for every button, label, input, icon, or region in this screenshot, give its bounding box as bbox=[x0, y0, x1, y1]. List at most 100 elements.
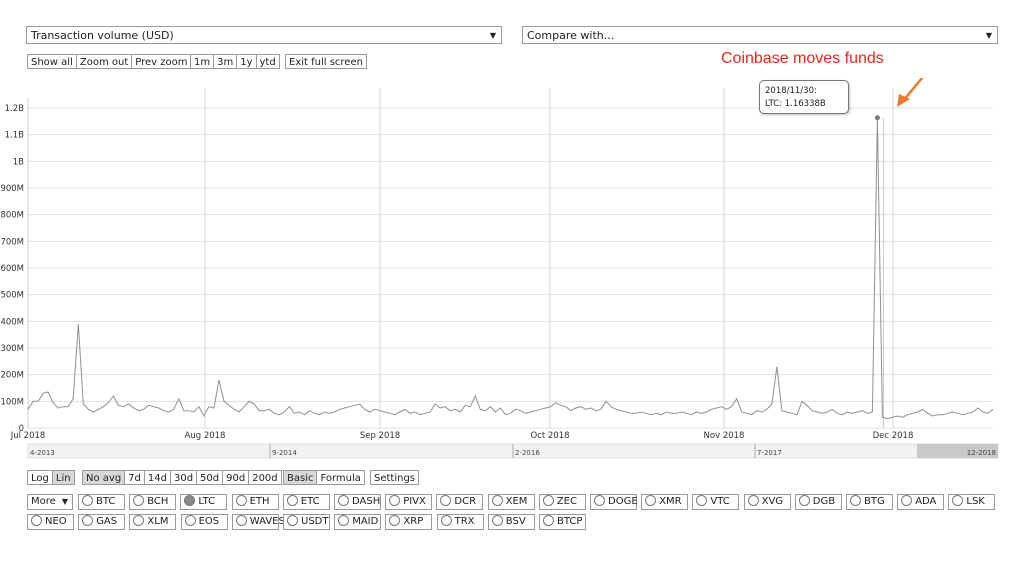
radio-icon[interactable] bbox=[235, 495, 247, 506]
avg-200d-button[interactable]: 200d bbox=[248, 470, 282, 485]
radio-icon[interactable] bbox=[798, 495, 810, 506]
radio-icon[interactable] bbox=[542, 495, 554, 506]
avg-14d-button[interactable]: 14d bbox=[143, 470, 171, 485]
radio-icon[interactable] bbox=[31, 515, 42, 526]
coin-option-waves[interactable]: WAVES bbox=[231, 514, 285, 530]
radio-icon[interactable] bbox=[338, 515, 350, 526]
radio-icon[interactable] bbox=[133, 495, 145, 506]
coin-label: ETC bbox=[300, 496, 320, 507]
coin-option-vtc[interactable]: VTC bbox=[692, 494, 740, 510]
avg-30d-button[interactable]: 30d bbox=[169, 470, 198, 485]
coin-option-etc[interactable]: ETC bbox=[282, 494, 330, 510]
basic-mode-button[interactable]: Basic bbox=[283, 470, 318, 485]
coin-label: BTC bbox=[96, 496, 116, 507]
range-ytd-button[interactable]: ytd bbox=[255, 54, 280, 69]
radio-icon[interactable] bbox=[594, 495, 605, 506]
coin-label: XMR bbox=[659, 496, 682, 507]
chart-grid bbox=[27, 88, 993, 429]
log-scale-button[interactable]: Log bbox=[27, 470, 53, 485]
coin-option-btg[interactable]: BTG bbox=[846, 494, 893, 510]
radio-icon[interactable] bbox=[850, 495, 861, 506]
coin-option-xmr[interactable]: XMR bbox=[641, 494, 689, 510]
settings-button[interactable]: Settings bbox=[370, 470, 420, 485]
coin-option-dgb[interactable]: DGB bbox=[794, 494, 842, 510]
radio-icon[interactable] bbox=[389, 515, 401, 526]
radio-icon[interactable] bbox=[645, 495, 657, 506]
coin-option-gas[interactable]: GAS bbox=[78, 514, 126, 530]
coin-option-bsv[interactable]: BSV bbox=[487, 514, 535, 530]
coin-option-eth[interactable]: ETH bbox=[231, 494, 279, 510]
radio-icon[interactable] bbox=[184, 515, 196, 526]
coin-option-xvg[interactable]: XVG bbox=[743, 494, 791, 510]
radio-icon[interactable] bbox=[491, 495, 503, 506]
radio-icon[interactable] bbox=[389, 495, 401, 506]
coin-option-usdt[interactable]: USDT bbox=[283, 514, 330, 530]
radio-icon[interactable] bbox=[286, 495, 298, 506]
coin-option-trx[interactable]: TRX bbox=[436, 514, 484, 530]
y-tick-label: 900M bbox=[0, 184, 24, 194]
x-tick-label: Oct 2018 bbox=[530, 431, 569, 441]
metric-select[interactable]: Transaction volume (USD) ▼ bbox=[26, 26, 502, 44]
coin-option-pivx[interactable]: PIVX bbox=[385, 494, 433, 510]
chevron-down-icon: ▼ bbox=[985, 31, 992, 40]
coin-option-ada[interactable]: ADA bbox=[897, 494, 945, 510]
coin-option-dcr[interactable]: DCR bbox=[436, 494, 484, 510]
radio-icon[interactable] bbox=[338, 495, 349, 506]
radio-icon[interactable] bbox=[952, 495, 964, 506]
coin-option-btc[interactable]: BTC bbox=[78, 494, 125, 510]
coin-option-dash[interactable]: DASH bbox=[334, 494, 381, 510]
radio-icon[interactable] bbox=[440, 495, 452, 506]
line-chart[interactable]: 0100M200M300M400M500M600M700M800M900M1B1… bbox=[0, 78, 1024, 463]
prev-zoom-button[interactable]: Prev zoom bbox=[131, 54, 192, 69]
formula-mode-button[interactable]: Formula bbox=[316, 470, 365, 485]
avg-7d-button[interactable]: 7d bbox=[124, 470, 145, 485]
range-1y-button[interactable]: 1y bbox=[236, 54, 257, 69]
y-tick-label: 600M bbox=[0, 264, 24, 274]
zoom-out-button[interactable]: Zoom out bbox=[75, 54, 133, 69]
range-1m-button[interactable]: 1m bbox=[190, 54, 215, 69]
y-tick-label: 700M bbox=[0, 237, 24, 247]
radio-icon[interactable] bbox=[696, 495, 708, 506]
avg-90d-button[interactable]: 90d bbox=[222, 470, 250, 485]
coin-option-xrp[interactable]: XRP bbox=[385, 514, 433, 530]
coin-option-zec[interactable]: ZEC bbox=[538, 494, 586, 510]
coin-option-xlm[interactable]: XLM bbox=[129, 514, 177, 530]
more-select[interactable]: More ▼ bbox=[27, 494, 73, 510]
coin-option-ltc[interactable]: LTC bbox=[180, 494, 228, 510]
radio-icon[interactable] bbox=[82, 495, 93, 506]
coin-label: DCR bbox=[454, 496, 477, 507]
radio-icon[interactable] bbox=[184, 495, 196, 506]
coin-option-doge[interactable]: DOGE bbox=[590, 494, 638, 510]
exit-full-screen-button[interactable]: Exit full screen bbox=[285, 54, 367, 69]
navigator-tick-label: 4-2013 bbox=[30, 449, 55, 457]
coin-option-btcp[interactable]: BTCP bbox=[539, 514, 586, 530]
coin-option-eos[interactable]: EOS bbox=[180, 514, 228, 530]
navigator-tick-label: 7-2017 bbox=[757, 449, 782, 457]
coin-label: DGB bbox=[812, 496, 836, 507]
show-all-button[interactable]: Show all bbox=[27, 54, 77, 69]
radio-icon[interactable] bbox=[82, 515, 94, 526]
coin-option-bch[interactable]: BCH bbox=[129, 494, 177, 510]
coin-option-neo[interactable]: NEO bbox=[27, 514, 74, 530]
coin-option-lsk[interactable]: LSK bbox=[948, 494, 996, 510]
radio-icon[interactable] bbox=[235, 515, 247, 526]
tooltip-date: 2018/11/30: bbox=[765, 86, 817, 96]
radio-icon[interactable] bbox=[440, 515, 452, 526]
coin-label: ADA bbox=[915, 496, 937, 507]
avg-none-button[interactable]: No avg bbox=[82, 470, 126, 485]
coin-label: WAVES bbox=[249, 516, 285, 527]
compare-select[interactable]: Compare with... ▼ bbox=[522, 26, 998, 44]
coin-option-maid[interactable]: MAID bbox=[334, 514, 382, 530]
scale-button-group: Log Lin bbox=[27, 470, 75, 485]
lin-scale-button[interactable]: Lin bbox=[51, 470, 75, 485]
radio-icon[interactable] bbox=[747, 495, 759, 506]
range-3m-button[interactable]: 3m bbox=[213, 54, 238, 69]
radio-icon[interactable] bbox=[287, 515, 298, 526]
coin-label: PIVX bbox=[403, 496, 426, 507]
radio-icon[interactable] bbox=[901, 495, 913, 506]
avg-50d-button[interactable]: 50d bbox=[196, 470, 224, 485]
radio-icon[interactable] bbox=[543, 515, 554, 526]
coin-option-xem[interactable]: XEM bbox=[487, 494, 535, 510]
radio-icon[interactable] bbox=[491, 515, 503, 526]
radio-icon[interactable] bbox=[133, 515, 145, 526]
